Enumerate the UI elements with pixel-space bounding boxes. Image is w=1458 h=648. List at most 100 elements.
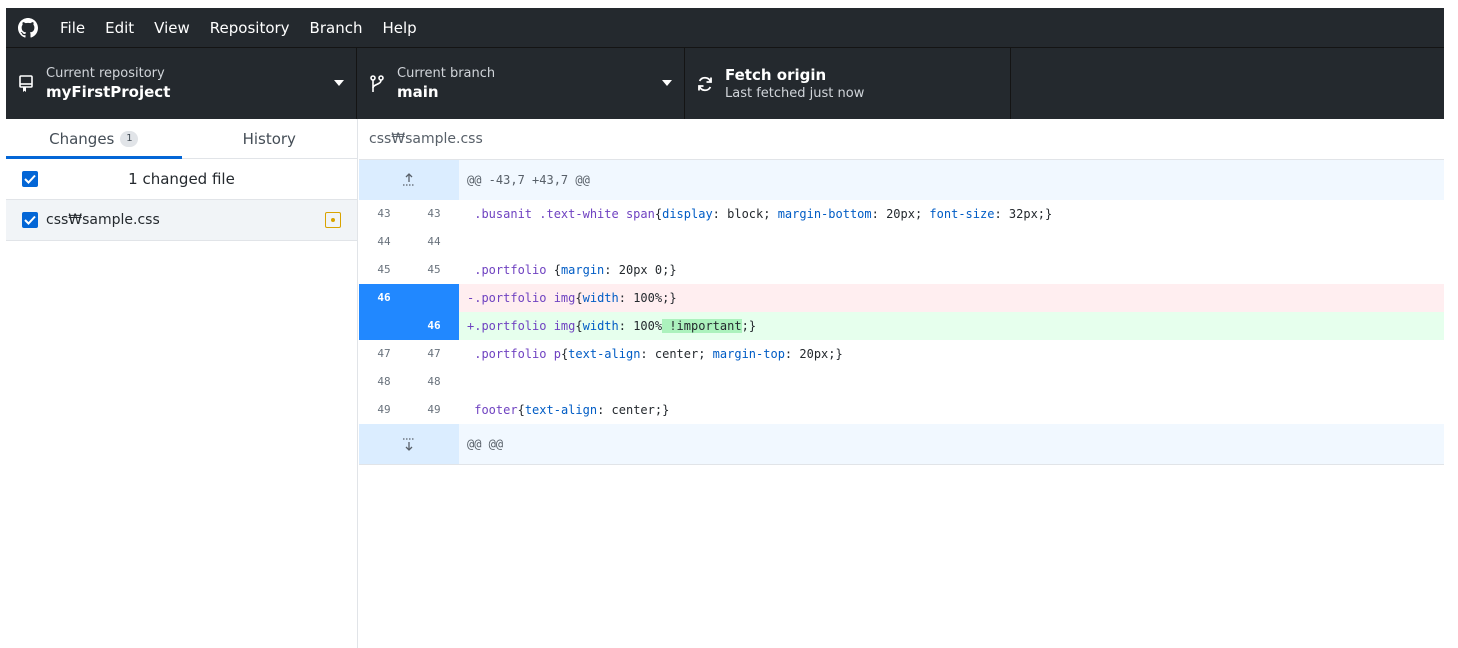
code-line: .portfolio p{text-align: center; margin-…: [459, 340, 1444, 368]
menu-edit[interactable]: Edit: [95, 8, 144, 47]
old-line-number: 43: [377, 207, 391, 220]
added-line[interactable]: 46 +.portfolio img{width: 100% !importan…: [359, 312, 1444, 340]
table-row[interactable]: 44 44: [359, 228, 1444, 256]
diff-view: css₩sample.css @@ -43,7 +43,7 @@ 43 43 .b…: [359, 119, 1444, 648]
last-fetched-text: Last fetched just now: [725, 86, 865, 101]
code-token: img: [553, 319, 576, 333]
code-token: .portfolio: [467, 263, 554, 277]
tab-changes[interactable]: Changes 1: [6, 119, 182, 159]
expand-down-icon: [403, 438, 415, 451]
menu-view[interactable]: View: [144, 8, 200, 47]
code-token: : 100%: [618, 319, 663, 333]
expand-up-button[interactable]: [359, 160, 459, 200]
code-token: {: [654, 207, 663, 221]
old-line-number: 49: [377, 403, 391, 416]
github-desktop-window: File Edit View Repository Branch Help Cu…: [6, 8, 1444, 648]
code-token: {: [553, 263, 561, 277]
hunk-header-text: @@ -43,7 +43,7 @@: [467, 173, 590, 187]
diff-file-path: css₩sample.css: [359, 119, 1444, 160]
hunk-header-top: @@ -43,7 +43,7 @@: [359, 160, 1444, 200]
code-token: margin-bottom: [777, 207, 872, 221]
code-token: : center;}: [597, 403, 670, 417]
changed-files-count: 1 changed file: [128, 170, 235, 188]
code-token: : 20px;}: [784, 347, 843, 361]
tab-history[interactable]: History: [182, 119, 358, 158]
code-token: footer: [474, 403, 518, 417]
code-token: width: [582, 291, 619, 305]
current-branch-button[interactable]: Current branch main: [357, 48, 685, 119]
file-include-checkbox[interactable]: [22, 212, 38, 228]
table-row[interactable]: 49 49 footer{text-align: center;}: [359, 396, 1444, 424]
code-line: +.portfolio img{width: 100% !important;}: [459, 312, 1444, 340]
file-path: css₩sample.css: [46, 212, 160, 228]
expand-down-button[interactable]: [359, 424, 459, 464]
code-token: {: [575, 291, 583, 305]
chevron-down-icon: [334, 80, 344, 86]
code-token: font-size: [929, 207, 995, 221]
new-line-number: 43: [427, 207, 441, 220]
code-line: .portfolio {margin: 20px 0;}: [459, 256, 1444, 284]
code-token: span: [625, 207, 655, 221]
code-token: ;}: [741, 319, 757, 333]
code-token: +.portfolio: [467, 319, 554, 333]
current-repository-button[interactable]: Current repository myFirstProject: [6, 48, 357, 119]
current-branch-name: main: [397, 83, 439, 101]
new-line-number: 44: [427, 235, 441, 248]
code-token: text-align: [568, 347, 641, 361]
fetch-origin-title: Fetch origin: [725, 66, 827, 84]
changes-sidebar: Changes 1 History 1 changed file css₩sam…: [6, 119, 358, 648]
menu-help[interactable]: Help: [372, 8, 426, 47]
code-token: text-align: [524, 403, 598, 417]
menu-file[interactable]: File: [50, 8, 95, 47]
table-row[interactable]: 48 48: [359, 368, 1444, 396]
divider: [359, 464, 1444, 465]
code-token: : 100%;}: [618, 291, 677, 305]
code-token: -.portfolio: [467, 291, 554, 305]
code-token: display: [662, 207, 713, 221]
code-line: footer{text-align: center;}: [459, 396, 1444, 424]
select-all-checkbox[interactable]: [22, 171, 38, 187]
code-token: margin: [560, 263, 605, 277]
code-token: .portfolio: [467, 347, 554, 361]
old-line-number: 48: [377, 375, 391, 388]
old-line-number: 46: [377, 291, 391, 304]
git-branch-icon: [357, 74, 397, 93]
table-row[interactable]: 47 47 .portfolio p{text-align: center; ma…: [359, 340, 1444, 368]
repo-icon: [6, 74, 46, 93]
hunk-header-bottom: @@ @@: [359, 424, 1444, 464]
table-row[interactable]: 45 45 .portfolio {margin: 20px 0;}: [359, 256, 1444, 284]
code-token: img: [553, 291, 576, 305]
code-token: width: [582, 319, 619, 333]
added-highlight: !important: [662, 319, 742, 333]
hunk-header-text: @@ @@: [467, 437, 504, 451]
code-token: {: [575, 319, 583, 333]
code-token: margin-top: [712, 347, 785, 361]
changes-count-badge: 1: [120, 130, 139, 147]
github-logo-icon: [6, 8, 50, 47]
menu-repository[interactable]: Repository: [200, 8, 300, 47]
old-line-number: 47: [377, 347, 391, 360]
code-token: : 20px;: [871, 207, 930, 221]
chevron-down-icon: [662, 80, 672, 86]
fetch-origin-button[interactable]: Fetch origin Last fetched just now: [685, 48, 1011, 119]
tab-changes-label: Changes: [49, 129, 115, 148]
new-line-number: 45: [427, 263, 441, 276]
code-token: : 20px 0;}: [604, 263, 677, 277]
tab-history-label: History: [242, 129, 296, 148]
menu-branch[interactable]: Branch: [300, 8, 373, 47]
new-line-number: 46: [427, 319, 441, 332]
table-row[interactable]: 43 43 .busanit .text-white span{display: …: [359, 200, 1444, 228]
list-item[interactable]: css₩sample.css: [6, 200, 357, 241]
new-line-number: 48: [427, 375, 441, 388]
changed-files-header: 1 changed file: [6, 159, 357, 200]
old-line-number: 45: [377, 263, 391, 276]
old-line-number: 44: [377, 235, 391, 248]
code-token: : block;: [712, 207, 778, 221]
checkmark-icon: [24, 174, 36, 184]
diff-lines: @@ -43,7 +43,7 @@ 43 43 .busanit .text-wh…: [359, 160, 1444, 465]
current-repository-name: myFirstProject: [46, 83, 171, 101]
deleted-line[interactable]: 46 -.portfolio img{width: 100%;}: [359, 284, 1444, 312]
menu-bar: File Edit View Repository Branch Help: [6, 8, 1444, 47]
